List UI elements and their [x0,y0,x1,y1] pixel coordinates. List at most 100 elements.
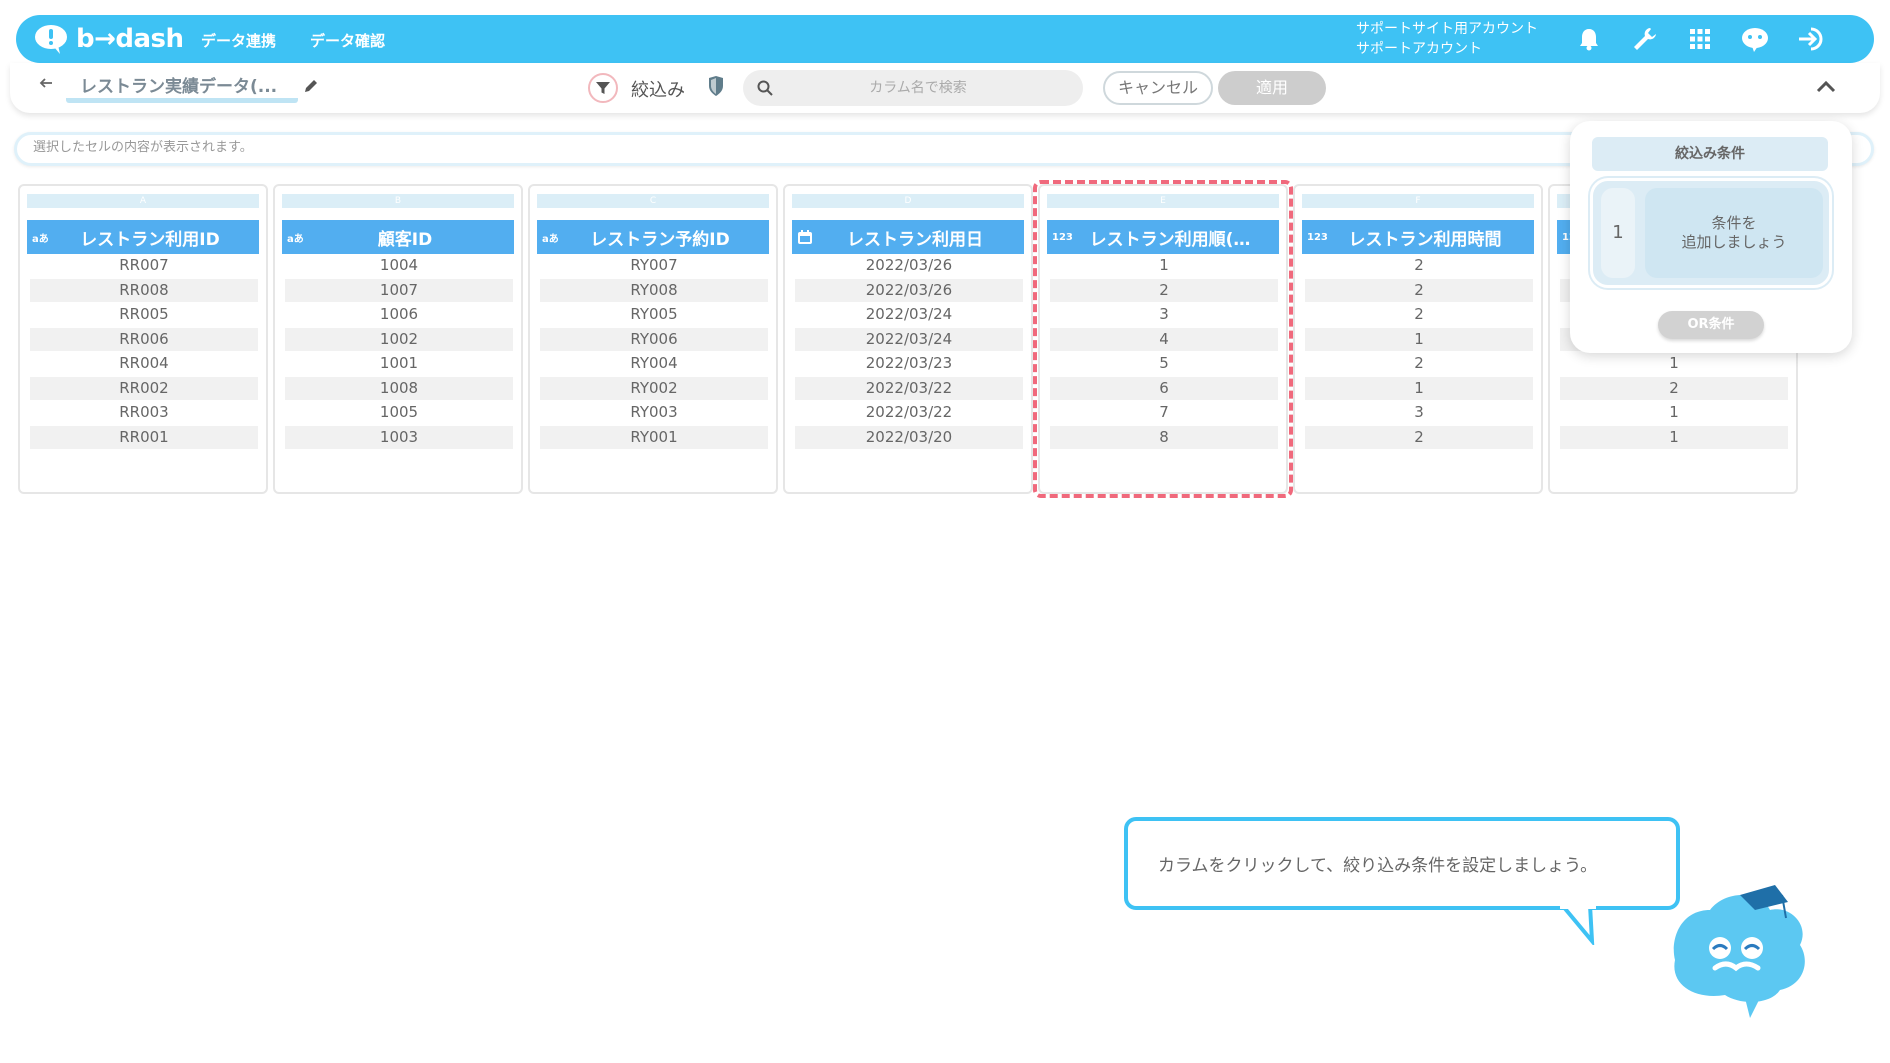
table-cell[interactable]: 2022/03/24 [795,303,1023,326]
table-cell[interactable]: 2022/03/23 [795,352,1023,375]
table-cell[interactable]: 1 [1560,352,1788,375]
table-cell[interactable]: 1 [1560,425,1788,449]
table-cell[interactable]: 2 [1305,303,1533,326]
numeric-type-icon: 123 [1052,231,1073,243]
column-header[interactable]: aあ レストラン利用ID [27,220,259,254]
cell-content-field[interactable] [33,140,833,155]
filter-icon[interactable] [588,73,618,103]
column-header[interactable]: aあ レストラン予約ID [537,220,769,254]
pencil-icon[interactable] [302,77,322,97]
column-header[interactable]: 123 レストラン利用順(… [1047,220,1279,254]
table-cell[interactable]: RY008 [540,278,768,302]
table-cell[interactable]: 2022/03/20 [795,425,1023,449]
condition-number: 1 [1601,188,1635,278]
table-cell[interactable]: 1 [1050,254,1278,277]
table-cell[interactable]: 5 [1050,352,1278,375]
table-cell[interactable]: 1008 [285,376,513,400]
table-cell[interactable]: RR004 [30,352,258,375]
data-column[interactable]: Baあ 顧客ID 1004 1007 1006 1002 1001 1008 1005 1003 [273,184,523,494]
data-column[interactable]: Aaあ レストラン利用ID RR007 RR008 RR005 RR006 RR004 RR0… [18,184,268,494]
nav-data-integration[interactable]: データ連携 [201,30,276,51]
column-header[interactable]: 123 レストラン利用時間 [1302,220,1534,254]
column-search[interactable] [743,70,1083,106]
table-cell[interactable]: RY001 [540,425,768,449]
table-cell[interactable]: 3 [1050,303,1278,326]
wrench-icon[interactable] [1630,24,1660,54]
table-cell[interactable]: 3 [1305,401,1533,424]
table-cell[interactable]: 2 [1305,254,1533,277]
table-cell[interactable]: 2022/03/22 [795,401,1023,424]
bell-icon[interactable] [1574,24,1604,54]
account-info[interactable]: サポートサイト用アカウント サポートアカウント [1356,19,1538,59]
text-type-icon: aあ [287,233,304,245]
table-cell[interactable]: 1002 [285,327,513,351]
table-cell[interactable]: 4 [1050,327,1278,351]
table-cell[interactable]: RY005 [540,303,768,326]
shield-icon[interactable] [706,75,728,99]
table-cell[interactable]: RR007 [30,254,258,277]
column-name: レストラン利用ID [80,229,220,250]
search-input[interactable] [783,80,1053,96]
table-cell[interactable]: RY006 [540,327,768,351]
table-cell[interactable]: RR008 [30,278,258,302]
mascot-chat-icon[interactable] [1740,24,1770,54]
search-icon [757,80,773,96]
table-cell[interactable]: RR003 [30,401,258,424]
table-cell[interactable]: 1004 [285,254,513,277]
table-cell[interactable]: RY003 [540,401,768,424]
table-cell[interactable]: RR005 [30,303,258,326]
data-column[interactable]: Caあ レストラン予約ID RY007 RY008 RY005 RY006 RY004 RY0… [528,184,778,494]
chevron-up-icon[interactable] [1814,75,1840,101]
table-cell[interactable]: RR002 [30,376,258,400]
table-cell[interactable]: 8 [1050,425,1278,449]
table-cell[interactable]: 2 [1305,352,1533,375]
brand-logo[interactable]: b→dash [34,22,184,56]
table-cell[interactable]: 1007 [285,278,513,302]
data-column[interactable]: F 123 レストラン利用時間 2 2 2 1 2 1 3 2 [1293,184,1543,494]
apply-button[interactable]: 適用 [1218,71,1326,105]
table-cell[interactable]: 6 [1050,376,1278,400]
column-letter: F [1302,194,1534,208]
dataset-title[interactable]: レストラン実績データ(... [66,75,298,103]
table-cell[interactable]: 1003 [285,425,513,449]
table-cell[interactable]: 2 [1560,376,1788,400]
column-header[interactable]: aあ 顧客ID [282,220,514,254]
cancel-button[interactable]: キャンセル [1103,71,1213,105]
column-header[interactable]: レストラン利用日 [792,220,1024,254]
numeric-type-icon: 123 [1307,231,1328,243]
table-cell[interactable]: 2022/03/26 [795,254,1023,277]
table-cell[interactable]: RY002 [540,376,768,400]
add-condition-dropzone[interactable]: 条件を 追加しましょう [1645,188,1823,278]
table-cell[interactable]: 2022/03/26 [795,278,1023,302]
column-name: レストラン予約ID [590,229,730,250]
column-letter: D [792,194,1024,208]
brand-name: b→dash [76,24,184,54]
grid-icon[interactable] [1685,24,1715,54]
table-cell[interactable]: 1005 [285,401,513,424]
nav-data-check[interactable]: データ確認 [310,30,385,51]
table-cell[interactable]: RR006 [30,327,258,351]
mascot-character [1673,885,1805,1018]
table-cell[interactable]: RR001 [30,425,258,449]
table-cell[interactable]: 1 [1305,327,1533,351]
table-cell[interactable]: 1001 [285,352,513,375]
text-type-icon: aあ [542,233,559,245]
column-letter: B [282,194,514,208]
table-cell[interactable]: 2 [1305,278,1533,302]
table-cell[interactable]: 2022/03/24 [795,327,1023,351]
column-name: レストラン利用順(… [1089,229,1251,250]
data-column[interactable]: D レストラン利用日 2022/03/26 2022/03/26 2022/03/24 2… [783,184,1033,494]
or-condition-button[interactable]: OR条件 [1658,311,1764,339]
table-cell[interactable]: 1006 [285,303,513,326]
data-column[interactable]: E 123 レストラン利用順(… 1 2 3 4 5 6 7 8 [1038,184,1288,494]
table-cell[interactable]: 1 [1560,401,1788,424]
table-cell[interactable]: RY007 [540,254,768,277]
table-cell[interactable]: 2 [1305,425,1533,449]
logout-icon[interactable] [1796,24,1826,54]
table-cell[interactable]: 1 [1305,376,1533,400]
table-cell[interactable]: RY004 [540,352,768,375]
table-cell[interactable]: 7 [1050,401,1278,424]
back-arrow-icon[interactable] [38,75,62,99]
table-cell[interactable]: 2 [1050,278,1278,302]
table-cell[interactable]: 2022/03/22 [795,376,1023,400]
